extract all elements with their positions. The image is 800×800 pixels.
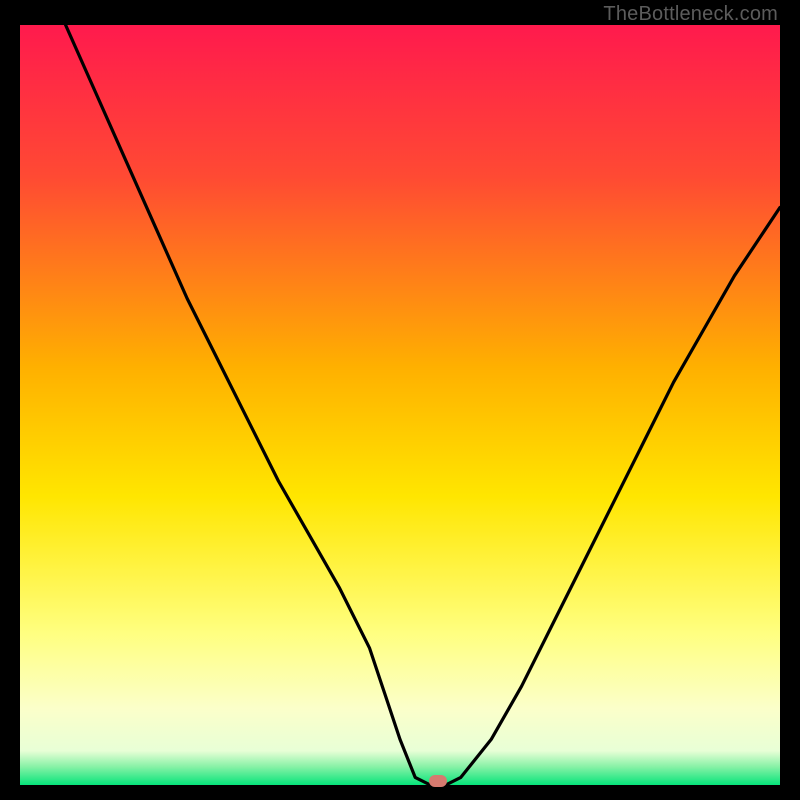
watermark-text: TheBottleneck.com [603,3,778,26]
bottleneck-curve [20,25,780,785]
minimum-marker [429,775,447,787]
